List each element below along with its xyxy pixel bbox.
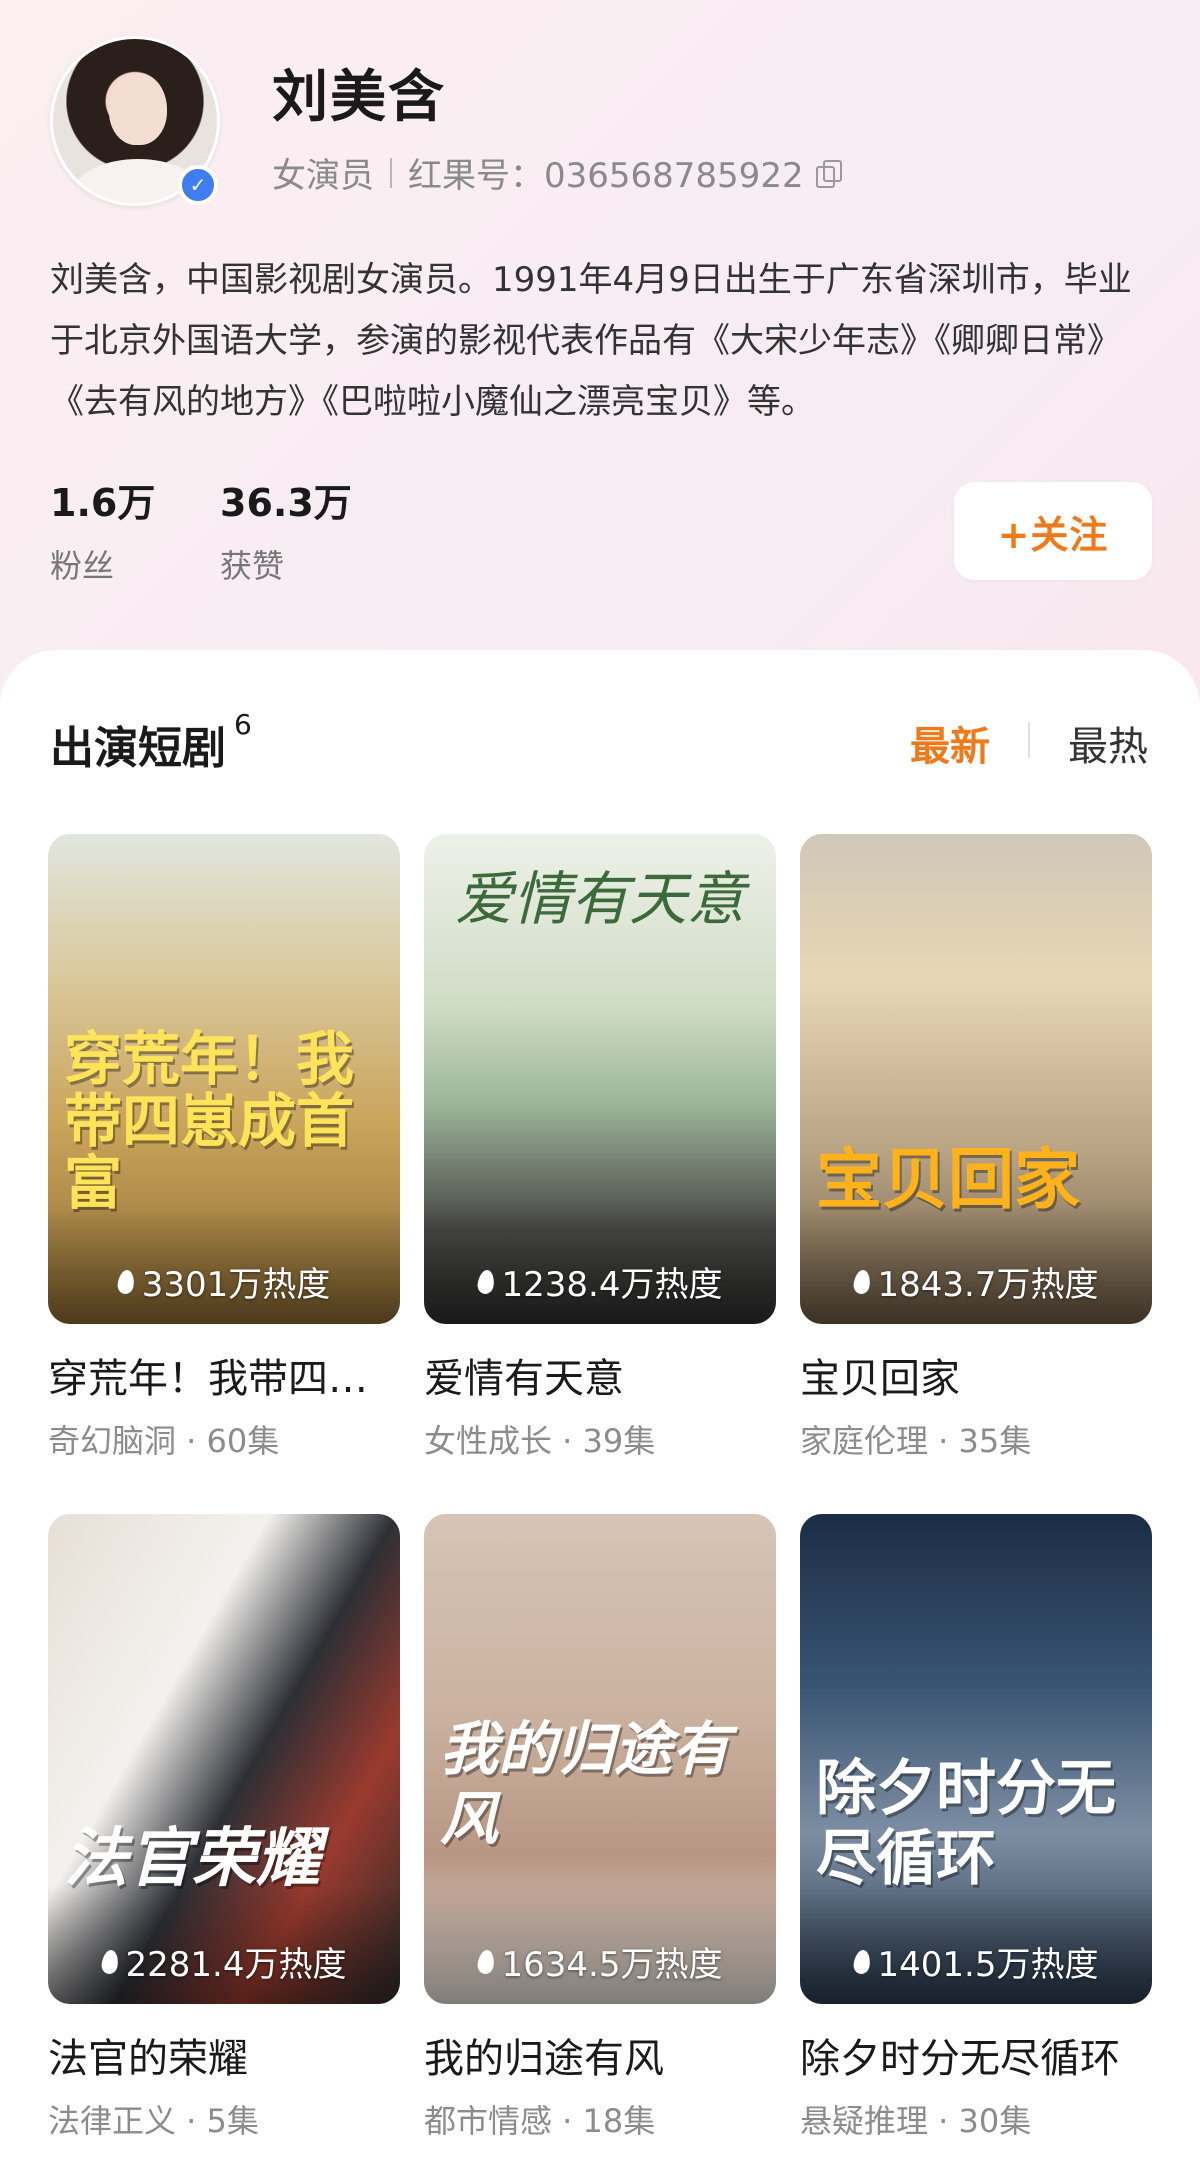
drama-card[interactable]: 我的归途有风 1634.5万热度 我的归途有风 都市情感 · 18集 <box>424 1514 776 2142</box>
flame-icon <box>851 1948 872 1975</box>
likes-label: 获赞 <box>220 547 285 585</box>
drama-poster[interactable]: 穿荒年！我带四崽成首富 3301万热度 <box>48 834 400 1324</box>
drama-poster[interactable]: 宝贝回家 1843.7万热度 <box>800 834 1152 1324</box>
sort-hottest-tab[interactable]: 最热 <box>1068 714 1148 772</box>
section-title-text: 出演短剧 <box>50 723 226 774</box>
profile-name: 刘美含 <box>272 65 446 130</box>
drama-title[interactable]: 穿荒年！我带四崽成首富 <box>48 1346 400 1404</box>
sort-divider <box>1028 722 1030 758</box>
profile-header: ✓ 刘美含 女演员 红果号：036568785922 刘美含，中国影视剧女演员。… <box>0 0 1200 660</box>
flame-icon <box>475 1948 496 1975</box>
heat-value: 1634.5万热度 <box>501 1945 723 1985</box>
drama-poster[interactable]: 法官荣耀 2281.4万热度 <box>48 1514 400 2004</box>
drama-meta: 家庭伦理 · 35集 <box>800 1422 1032 1460</box>
heat-indicator: 3301万热度 <box>48 1257 400 1306</box>
follow-button[interactable]: +关注 <box>954 482 1152 580</box>
fans-label: 粉丝 <box>50 547 115 585</box>
heat-value: 3301万热度 <box>141 1265 331 1305</box>
likes-count: 36.3万 <box>220 481 352 525</box>
drama-card[interactable]: 宝贝回家 1843.7万热度 宝贝回家 家庭伦理 · 35集 <box>800 834 1152 1462</box>
flame-icon <box>851 1268 872 1295</box>
drama-meta: 悬疑推理 · 30集 <box>800 2102 1032 2140</box>
drama-poster[interactable]: 除夕时分无尽循环 1401.5万热度 <box>800 1514 1152 2004</box>
poster-headline: 除夕时分无尽循环 <box>816 1754 1116 1894</box>
heat-indicator: 1401.5万热度 <box>800 1937 1152 1986</box>
heat-value: 1401.5万热度 <box>877 1945 1099 1985</box>
profile-bio: 刘美含，中国影视剧女演员。1991年4月9日出生于广东省深圳市，毕业于北京外国语… <box>50 260 1132 422</box>
section-count: 6 <box>234 708 252 741</box>
flame-icon <box>475 1268 496 1295</box>
profile-subline: 女演员 红果号：036568785922 <box>272 148 842 197</box>
drama-title[interactable]: 爱情有天意 <box>424 1346 776 1404</box>
heat-indicator: 1238.4万热度 <box>424 1257 776 1306</box>
heat-indicator: 1843.7万热度 <box>800 1257 1152 1306</box>
heat-value: 1238.4万热度 <box>501 1265 723 1305</box>
drama-poster[interactable]: 我的归途有风 1634.5万热度 <box>424 1514 776 2004</box>
dramas-panel: 出演短剧 6 最新 最热 穿荒年！我带四崽成首富 3301万热度 穿荒年！我带四崽… <box>0 650 1200 2183</box>
section-title: 出演短剧 6 <box>50 708 252 776</box>
drama-title[interactable]: 除夕时分无尽循环 <box>800 2026 1152 2084</box>
flame-icon <box>99 1948 120 1975</box>
poster-headline: 穿荒年！我带四崽成首富 <box>64 1025 355 1217</box>
drama-card[interactable]: 穿荒年！我带四崽成首富 3301万热度 穿荒年！我带四崽成首富 奇幻脑洞 · 6… <box>48 834 400 1462</box>
drama-card[interactable]: 爱情有天意 1238.4万热度 爱情有天意 女性成长 · 39集 <box>424 834 776 1462</box>
poster-headline: 我的归途有风 <box>440 1715 731 1853</box>
fans-count: 1.6万 <box>50 481 156 525</box>
drama-meta: 奇幻脑洞 · 60集 <box>48 1422 280 1460</box>
drama-meta: 都市情感 · 18集 <box>424 2102 656 2140</box>
fans-stat[interactable]: 1.6万 粉丝 <box>50 472 155 587</box>
drama-meta: 女性成长 · 39集 <box>424 1422 656 1460</box>
drama-title[interactable]: 宝贝回家 <box>800 1346 1152 1404</box>
poster-headline: 爱情有天意 <box>454 865 745 933</box>
drama-card[interactable]: 除夕时分无尽循环 1401.5万热度 除夕时分无尽循环 悬疑推理 · 30集 <box>800 1514 1152 2142</box>
profile-role: 女演员 <box>272 156 374 196</box>
drama-title[interactable]: 我的归途有风 <box>424 2026 776 2084</box>
copy-icon[interactable] <box>815 159 842 188</box>
drama-title[interactable]: 法官的荣耀 <box>48 2026 400 2084</box>
heat-indicator: 2281.4万热度 <box>48 1937 400 1986</box>
verified-badge-icon: ✓ <box>178 165 218 205</box>
drama-poster[interactable]: 爱情有天意 1238.4万热度 <box>424 834 776 1324</box>
heat-indicator: 1634.5万热度 <box>424 1937 776 1986</box>
subline-divider <box>390 157 392 188</box>
heat-value: 2281.4万热度 <box>125 1945 347 1985</box>
avatar-face <box>109 73 167 145</box>
flame-icon <box>116 1268 136 1295</box>
drama-card[interactable]: 法官荣耀 2281.4万热度 法官的荣耀 法律正义 · 5集 <box>48 1514 400 2142</box>
heat-value: 1843.7万热度 <box>877 1265 1099 1305</box>
drama-meta: 法律正义 · 5集 <box>48 2102 259 2140</box>
profile-id: 红果号：036568785922 <box>408 156 804 196</box>
likes-stat[interactable]: 36.3万 获赞 <box>220 472 352 587</box>
sort-newest-tab[interactable]: 最新 <box>910 714 990 772</box>
